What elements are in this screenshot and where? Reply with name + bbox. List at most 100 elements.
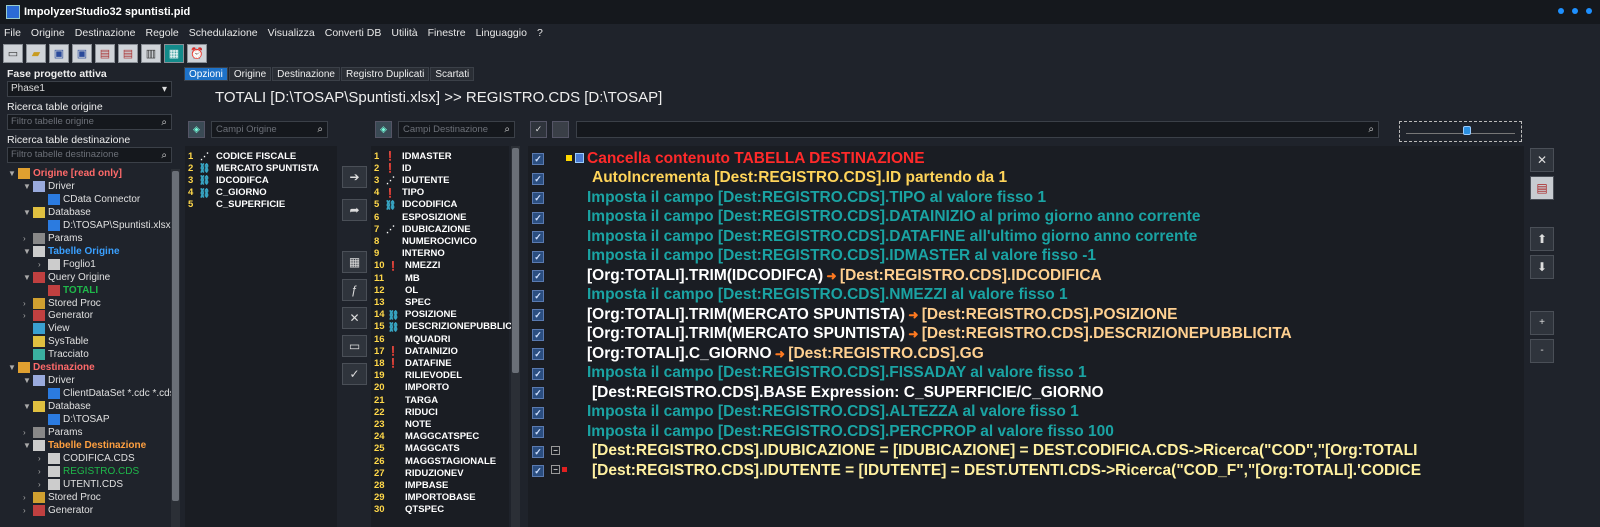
field-row[interactable]: 6 ESPOSIZIONE (374, 211, 466, 223)
phase-select[interactable]: Phase1 ▾ (7, 81, 172, 97)
tree-node[interactable]: › Params (23, 232, 82, 245)
chevron-right-icon[interactable]: › (23, 311, 33, 320)
tree-node[interactable]: ▼ Destinazione (8, 361, 95, 374)
menu-item-converti-db[interactable]: Converti DB (325, 27, 382, 39)
search-icon[interactable]: ⌕ (317, 122, 323, 137)
rule-checkbox[interactable]: ✓ (532, 211, 544, 224)
tree-node[interactable]: › Stored Proc (23, 491, 101, 504)
collapse-icon[interactable]: − (551, 445, 560, 455)
save-icon[interactable]: ▣ (49, 43, 69, 63)
field-row[interactable]: 23 NOTE (374, 418, 431, 430)
field-row[interactable]: 8 NUMEROCIVICO (374, 235, 477, 247)
zoom-slider-knob[interactable] (1463, 126, 1471, 135)
field-row[interactable]: 2 ❗ ID (374, 162, 412, 174)
tree-node[interactable]: CData Connector (38, 193, 140, 206)
tree-node[interactable]: ▼ Query Origine (23, 271, 110, 284)
field-row[interactable]: 27 RIDUZIONEV (374, 467, 464, 479)
search-dest-input[interactable]: Filtro tabelle destinazione ⌕ (7, 147, 172, 163)
rule-row[interactable]: ✓ [Org:TOTALI].C_GIORNO ➜ [Dest:REGISTRO.… (528, 344, 1524, 364)
tree-node[interactable]: › Generator (23, 504, 93, 517)
field-row[interactable]: 14 ⛓ POSIZIONE (374, 309, 457, 321)
rule-row[interactable]: ✓ Imposta il campo [Dest:REGISTRO.CDS].DA… (528, 208, 1524, 228)
rule-row[interactable]: ✓ Cancella contenuto TABELLA DESTINAZIONE (528, 149, 1524, 169)
tree-node[interactable]: › UTENTI.CDS (38, 478, 123, 491)
field-row[interactable]: 24 MAGGCATSPEC (374, 431, 479, 443)
chevron-right-icon[interactable]: › (38, 454, 48, 463)
rule-checkbox[interactable]: ✓ (532, 289, 544, 302)
uncheck-all-icon[interactable] (552, 121, 569, 138)
rule-row[interactable]: ✓ − [Dest:REGISTRO.CDS].IDUTENTE = [IDUTEN… (528, 461, 1524, 481)
field-row[interactable]: 4 ❗ TIPO (374, 187, 424, 199)
close-dot-icon[interactable] (1586, 8, 1592, 14)
rule-row[interactable]: ✓ [Org:TOTALI].TRIM(MERCATO SPUNTISTA) ➜ … (528, 325, 1524, 345)
rule-checkbox[interactable]: ✓ (532, 387, 544, 399)
field-row[interactable]: 19 RILIEVODEL (374, 370, 462, 382)
origin-fields-icon[interactable]: ◈ (188, 121, 205, 138)
rule-row[interactable]: ✓ AutoIncrementa [Dest:REGISTRO.CDS].ID p… (528, 169, 1524, 189)
schedule-icon[interactable]: ⏰ (187, 43, 207, 63)
tree-scrollbar[interactable] (171, 169, 180, 527)
field-row[interactable]: 5 C_SUPERFICIE (188, 199, 285, 211)
field-row[interactable]: 3 ⋰ IDUTENTE (374, 174, 450, 186)
rule-checkbox[interactable]: ✓ (532, 270, 544, 282)
window-controls[interactable] (1558, 8, 1592, 14)
search-icon[interactable]: ⌕ (1368, 122, 1374, 137)
tree-node[interactable]: › Stored Proc (23, 297, 101, 310)
map-all-button[interactable]: ➦ (342, 199, 367, 221)
tree-node[interactable]: ClientDataSet *.cdc *.cds (38, 387, 175, 400)
tree-node[interactable]: › Generator (23, 309, 93, 322)
rule-row[interactable]: ✓ Imposta il campo [Dest:REGISTRO.CDS].DA… (528, 227, 1524, 247)
add-rule-button[interactable]: ▦ (342, 251, 367, 273)
field-row[interactable]: 13 SPEC (374, 296, 431, 308)
print-icon[interactable]: ▤ (95, 43, 115, 63)
rule-row[interactable]: ✓ [Dest:REGISTRO.CDS].BASE Expression: C_… (528, 383, 1524, 403)
menu-item-utilit-[interactable]: Utilità (391, 27, 417, 39)
menu-item-file[interactable]: File (4, 27, 21, 39)
tree-node[interactable]: ▼ Driver (23, 180, 75, 193)
field-row[interactable]: 25 MAGGCATS (374, 443, 460, 455)
field-row[interactable]: 2 ⛓ MERCATO SPUNTISTA (188, 162, 319, 174)
menu-item-origine[interactable]: Origine (31, 27, 65, 39)
field-row[interactable]: 16 MQUADRI (374, 333, 450, 345)
tree-node[interactable]: › REGISTRO.CDS (38, 465, 139, 478)
tree-node[interactable]: › Foglio1 (38, 258, 96, 271)
expand-down-icon[interactable]: ▼ (23, 273, 33, 282)
field-row[interactable]: 5 ⛓ IDCODIFICA (374, 199, 457, 211)
tree-node[interactable]: D:\TOSAP (38, 413, 110, 426)
rule-row[interactable]: ✓ Imposta il campo [Dest:REGISTRO.CDS].NM… (528, 286, 1524, 306)
dest-fields-scrollbar-thumb[interactable] (512, 148, 519, 373)
tab-origine[interactable]: Origine (228, 67, 272, 81)
rule-checkbox[interactable]: ✓ (532, 445, 544, 458)
chevron-right-icon[interactable]: › (23, 506, 33, 515)
field-row[interactable]: 17 ❗ DATAINIZIO (374, 345, 458, 357)
expand-down-icon[interactable]: ▼ (23, 376, 33, 385)
rule-row[interactable]: ✓ Imposta il campo [Dest:REGISTRO.CDS].FI… (528, 364, 1524, 384)
tree-node[interactable]: › CODIFICA.CDS (38, 452, 135, 465)
menu-item-regole[interactable]: Regole (145, 27, 178, 39)
chevron-right-icon[interactable]: › (38, 260, 48, 269)
chevron-right-icon[interactable]: › (38, 480, 48, 489)
field-row[interactable]: 4 ⛓ C_GIORNO (188, 187, 267, 199)
dest-fields-search[interactable]: Campi Destinazione ⌕ (398, 121, 515, 138)
chevron-right-icon[interactable]: › (23, 493, 33, 502)
rule-checkbox[interactable]: ✓ (532, 309, 544, 321)
rule-row[interactable]: ✓ Imposta il campo [Dest:REGISTRO.CDS].TI… (528, 188, 1524, 208)
collapse-icon[interactable]: − (551, 465, 560, 474)
zoom-out-button[interactable]: - (1530, 339, 1554, 363)
tree-node[interactable]: ▼ Tabelle Destinazione (23, 439, 146, 452)
tab-destinazione[interactable]: Destinazione (272, 67, 340, 81)
execute-icon[interactable]: ▦ (164, 43, 184, 63)
menu-item-visualizza[interactable]: Visualizza (268, 27, 315, 39)
rule-checkbox[interactable]: ✓ (532, 348, 544, 360)
search-icon[interactable]: ⌕ (161, 149, 167, 163)
tab-opzioni[interactable]: Opzioni (184, 67, 228, 81)
field-row[interactable]: 12 OL (374, 284, 418, 296)
rule-checkbox[interactable]: ✓ (532, 465, 544, 477)
delete-rule-button[interactable]: ✕ (342, 307, 367, 329)
dest-fields-scrollbar[interactable] (511, 146, 520, 527)
close-rule-button[interactable]: ✕ (1530, 148, 1554, 172)
field-row[interactable]: 29 IMPORTOBASE (374, 492, 476, 504)
field-row[interactable]: 10 ❗ NMEZZI (374, 260, 440, 272)
chevron-right-icon[interactable]: › (23, 234, 33, 243)
zoom-slider[interactable] (1399, 121, 1522, 142)
